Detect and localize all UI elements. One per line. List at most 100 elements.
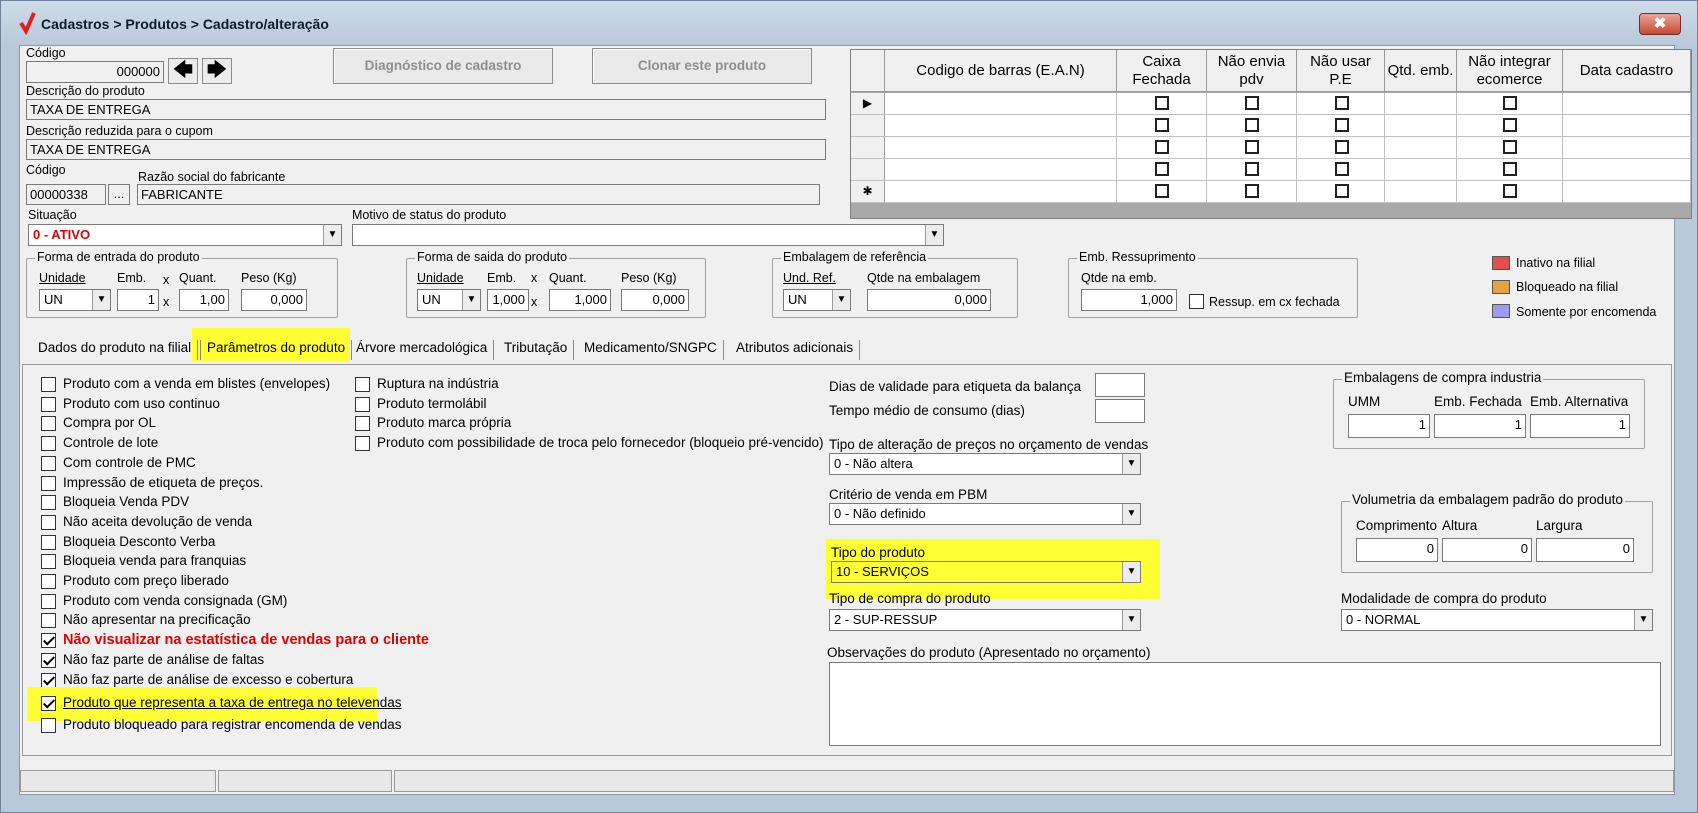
tipo-produto-select[interactable]: 10 - SERVIÇOS ▼ [831, 561, 1141, 583]
codigo-field[interactable]: 000000 [26, 61, 164, 83]
grid-header-caixa-fechada[interactable]: Caixa Fechada [1117, 50, 1207, 92]
grid-row[interactable]: ✱ [851, 181, 1691, 203]
tab-parametros[interactable]: Parâmetros do produto [200, 340, 353, 360]
grid-cell[interactable] [1563, 159, 1691, 180]
grid-checkbox[interactable] [1503, 96, 1517, 110]
checkbox[interactable] [41, 455, 56, 471]
entrada-quant-field[interactable]: 1,00 [179, 289, 229, 311]
observacoes-textarea[interactable] [829, 662, 1661, 746]
grid-checkbox[interactable] [1245, 184, 1259, 198]
grid-cell[interactable] [1385, 181, 1457, 202]
tipo-alteracao-select[interactable]: 0 - Não altera ▼ [829, 453, 1141, 475]
entrada-unidade-select[interactable]: UN ▼ [39, 289, 111, 311]
checkbox[interactable] [355, 435, 370, 451]
grid-checkbox[interactable] [1335, 96, 1349, 110]
grid-checkbox[interactable] [1503, 162, 1517, 176]
checkbox[interactable] [41, 696, 56, 711]
checkbox[interactable] [41, 672, 56, 688]
grid-header-nao-usar-pe[interactable]: Não usar P.E [1297, 50, 1385, 92]
previous-arrow-button[interactable]: 🡄 [168, 58, 198, 84]
fabricante-search-button[interactable]: ... [108, 184, 130, 205]
grid-checkbox[interactable] [1335, 140, 1349, 154]
grid-header-qtd-emb[interactable]: Qtd. emb. [1385, 50, 1457, 92]
grid-cell[interactable] [885, 159, 1117, 180]
checkbox[interactable] [41, 377, 56, 392]
grid-row[interactable]: ▶ [851, 93, 1691, 115]
emb-fechada-field[interactable]: 1 [1434, 414, 1526, 438]
tab-tributacao[interactable]: Tributação [498, 340, 575, 360]
checkbox[interactable] [41, 396, 56, 412]
grid-checkbox[interactable] [1503, 118, 1517, 132]
criterio-pbm-select[interactable]: 0 - Não definido ▼ [829, 503, 1141, 525]
checkbox[interactable] [41, 652, 56, 668]
checkbox[interactable] [355, 416, 370, 431]
grid-checkbox[interactable] [1335, 184, 1349, 198]
largura-field[interactable]: 0 [1536, 538, 1634, 562]
checkbox[interactable] [41, 495, 56, 511]
grid-cell[interactable] [1385, 115, 1457, 136]
grid-cell[interactable] [885, 137, 1117, 158]
grid-cell[interactable] [1563, 181, 1691, 202]
checkbox[interactable] [41, 436, 56, 452]
grid-checkbox[interactable] [1245, 96, 1259, 110]
grid-cell[interactable] [1563, 93, 1691, 114]
saida-peso-field[interactable]: 0,000 [621, 289, 689, 311]
entrada-peso-field[interactable]: 0,000 [241, 289, 307, 311]
checkbox[interactable] [355, 396, 370, 412]
grid-row[interactable] [851, 137, 1691, 159]
grid-checkbox[interactable] [1155, 96, 1169, 110]
clonar-button[interactable]: Clonar este produto [592, 48, 812, 84]
grid-cell[interactable] [1385, 137, 1457, 158]
comprimento-field[interactable]: 0 [1356, 538, 1438, 562]
checkbox[interactable] [41, 554, 56, 570]
saida-quant-field[interactable]: 1,000 [549, 289, 611, 311]
grid-cell[interactable] [1563, 115, 1691, 136]
checkbox[interactable] [41, 514, 56, 530]
grid-row[interactable] [851, 115, 1691, 137]
ressup-qtde-field[interactable]: 1,000 [1081, 289, 1177, 311]
grid-checkbox[interactable] [1155, 140, 1169, 154]
grid-checkbox[interactable] [1335, 162, 1349, 176]
saida-emb-field[interactable]: 1,000 [487, 289, 529, 311]
checkbox[interactable] [41, 574, 56, 589]
saida-unidade-select[interactable]: UN ▼ [417, 289, 481, 311]
grid-header-ean[interactable]: Codigo de barras (E.A.N) [885, 50, 1117, 92]
fabricante-codigo-field[interactable]: 00000338 [26, 184, 106, 205]
situacao-select[interactable]: 0 - ATIVO ▼ [28, 224, 342, 246]
razao-social-field[interactable]: FABRICANTE [137, 184, 820, 205]
umm-field[interactable]: 1 [1348, 414, 1430, 438]
grid-cell[interactable] [885, 93, 1117, 114]
modalidade-select[interactable]: 0 - NORMAL ▼ [1341, 609, 1653, 631]
grid-checkbox[interactable] [1335, 118, 1349, 132]
descricao-field[interactable]: TAXA DE ENTREGA [26, 99, 826, 120]
motivo-select[interactable]: ▼ [352, 224, 944, 246]
emb-alternativa-field[interactable]: 1 [1530, 414, 1630, 438]
entrada-emb-field[interactable]: 1 [117, 289, 159, 311]
checkbox[interactable] [41, 718, 56, 733]
tab-atributos[interactable]: Atributos adicionais [730, 340, 861, 360]
embref-und-select[interactable]: UN ▼ [783, 289, 851, 311]
grid-cell[interactable] [885, 181, 1117, 202]
grid-checkbox[interactable] [1155, 118, 1169, 132]
desc-reduzida-field[interactable]: TAXA DE ENTREGA [26, 139, 826, 160]
checkbox[interactable] [41, 475, 56, 491]
grid-cell[interactable] [885, 115, 1117, 136]
checkbox[interactable] [355, 377, 370, 392]
checkbox[interactable] [41, 633, 56, 649]
grid-cell[interactable] [1385, 93, 1457, 114]
grid-cell[interactable] [1385, 159, 1457, 180]
grid-checkbox[interactable] [1155, 162, 1169, 176]
grid-header-nao-envia-pdv[interactable]: Não envia pdv [1207, 50, 1297, 92]
grid-header-data-cadastro[interactable]: Data cadastro [1563, 50, 1691, 92]
grid-checkbox[interactable] [1503, 184, 1517, 198]
checkbox[interactable] [41, 534, 56, 550]
tab-arvore[interactable]: Árvore mercadológica [350, 340, 495, 360]
grid-row[interactable] [851, 159, 1691, 181]
grid-checkbox[interactable] [1245, 118, 1259, 132]
tab-medicamento[interactable]: Medicamento/SNGPC [578, 340, 724, 360]
checkbox[interactable] [41, 416, 56, 432]
checkbox[interactable] [41, 613, 56, 629]
tipo-compra-select[interactable]: 2 - SUP-RESSUP ▼ [829, 609, 1141, 631]
grid-checkbox[interactable] [1155, 184, 1169, 198]
tab-dados-filial[interactable]: Dados do produto na filial [32, 340, 199, 360]
